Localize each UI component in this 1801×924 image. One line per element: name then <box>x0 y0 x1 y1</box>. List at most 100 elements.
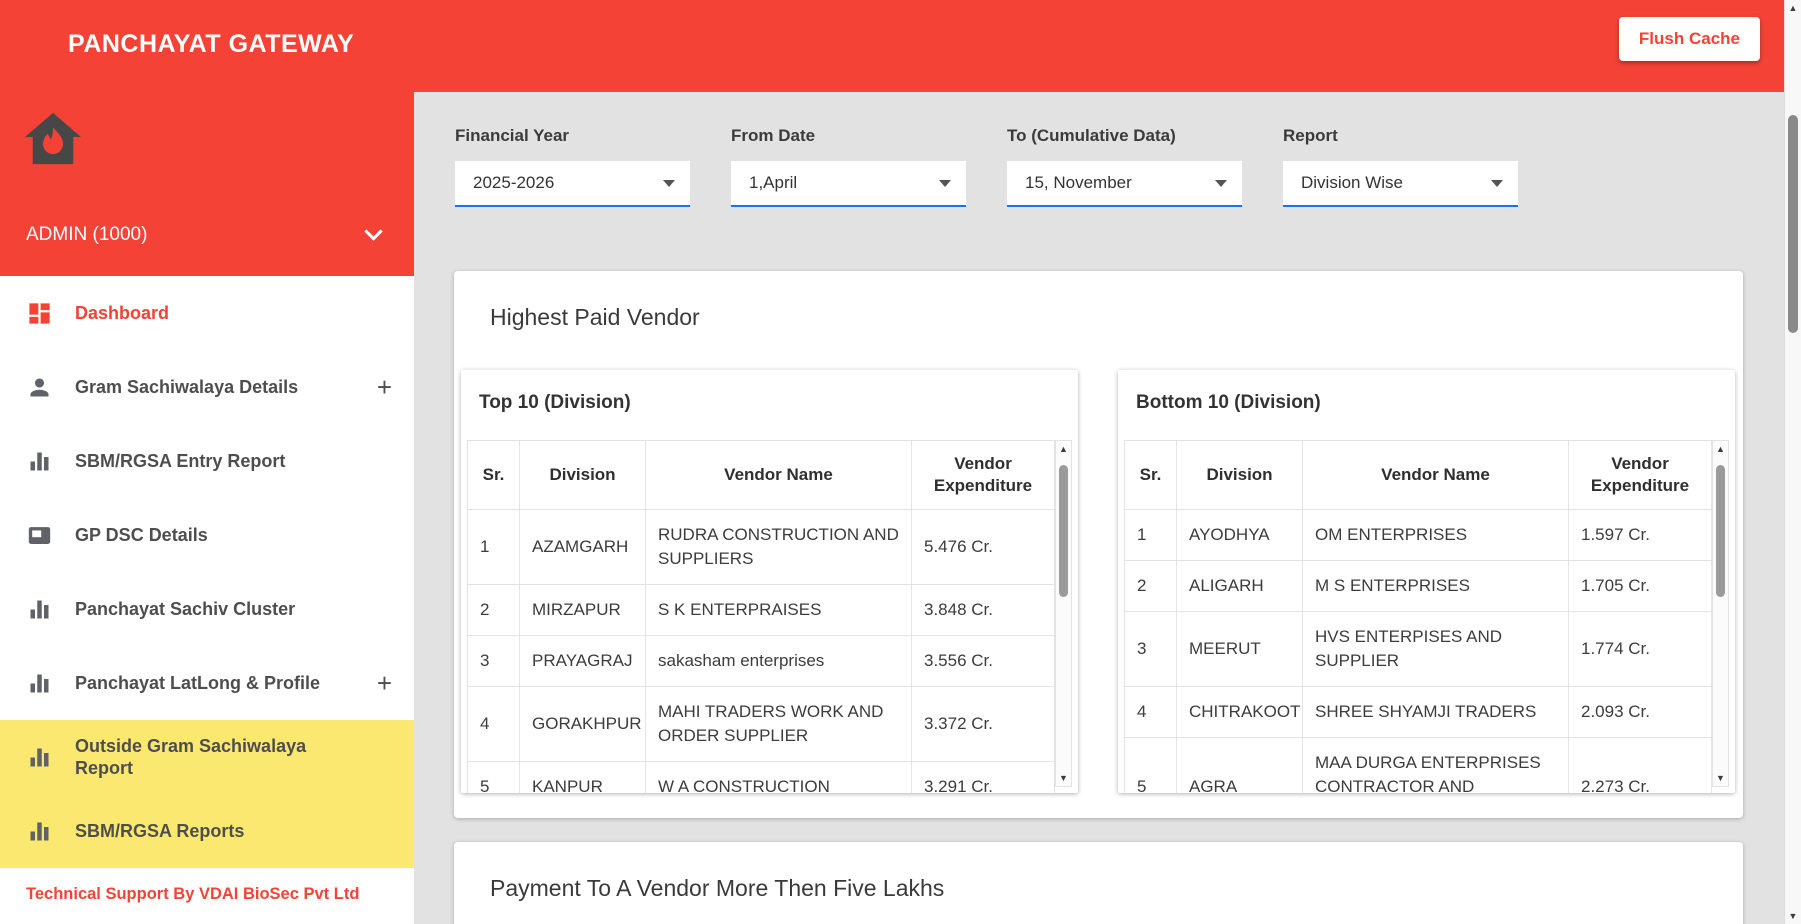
bar-chart-icon <box>26 596 53 623</box>
table-row: 5AGRAMAA DURGA ENTERPRISES CONTRACTOR AN… <box>1125 738 1712 794</box>
table-cell: 1 <box>1125 510 1177 561</box>
table-cell: RUDRA CONSTRUCTION AND SUPPLIERS <box>646 510 912 585</box>
table-cell: sakasham enterprises <box>646 636 912 687</box>
person-icon <box>26 374 53 401</box>
from-date-select[interactable]: 1,April <box>731 161 966 207</box>
sidebar-item-label: SBM/RGSA Entry Report <box>75 450 315 472</box>
bar-chart-icon <box>26 670 53 697</box>
column-header: Division <box>1177 441 1303 510</box>
sidebar-item-outside-gram-sachiwalaya-report[interactable]: Outside Gram Sachiwalaya Report <box>0 720 414 794</box>
table-cell: S K ENTERPRAISES <box>646 585 912 636</box>
flush-cache-button[interactable]: Flush Cache <box>1619 17 1760 61</box>
technical-support-text: Technical Support By VDAI BioSec Pvt Ltd <box>26 885 359 904</box>
table-cell: OM ENTERPRISES <box>1303 510 1569 561</box>
table-cell: 3.556 Cr. <box>912 636 1055 687</box>
caret-down-icon <box>1491 180 1503 187</box>
table-cell: 1.597 Cr. <box>1569 510 1712 561</box>
bottom10-division-panel: Bottom 10 (Division) Sr.DivisionVendor N… <box>1118 370 1735 793</box>
table-cell: MEERUT <box>1177 612 1303 687</box>
bottom10-table: Sr.DivisionVendor NameVendor Expenditure… <box>1124 440 1712 793</box>
panel-title: Top 10 (Division) <box>461 370 1078 414</box>
expand-plus-icon[interactable]: + <box>377 670 392 696</box>
table-cell: 2.273 Cr. <box>1569 738 1712 794</box>
table-cell: 3 <box>1125 612 1177 687</box>
table-cell: 2 <box>1125 561 1177 612</box>
app-title: PANCHAYAT GATEWAY <box>68 30 354 59</box>
filter-label: From Date <box>731 126 966 146</box>
table-cell: 1.705 Cr. <box>1569 561 1712 612</box>
caret-down-icon <box>1215 180 1227 187</box>
page: PANCHAYAT GATEWAY Flush Cache ADMIN (100… <box>0 0 1801 924</box>
app-header: PANCHAYAT GATEWAY Flush Cache <box>0 0 1784 92</box>
table-row: 1AYODHYAOM ENTERPRISES1.597 Cr. <box>1125 510 1712 561</box>
sidebar-item-label: Dashboard <box>75 302 199 324</box>
expand-plus-icon[interactable]: + <box>377 374 392 400</box>
table-row: 4CHITRAKOOTSHREE SHYAMJI TRADERS2.093 Cr… <box>1125 687 1712 738</box>
column-header: Division <box>520 441 646 510</box>
page-scrollbar[interactable]: ▲ ▼ <box>1784 0 1801 924</box>
table-row: 2MIRZAPURS K ENTERPRAISES3.848 Cr. <box>468 585 1055 636</box>
filter-to-cumulative: To (Cumulative Data) 15, November <box>1007 126 1242 207</box>
table-cell: 5.476 Cr. <box>912 510 1055 585</box>
scroll-down-icon[interactable]: ▼ <box>1056 770 1071 786</box>
table-row: 1AZAMGARHRUDRA CONSTRUCTION AND SUPPLIER… <box>468 510 1055 585</box>
sidebar-item-sbm-rgsa-entry-report[interactable]: SBM/RGSA Entry Report <box>0 424 414 498</box>
column-header: Vendor Name <box>646 441 912 510</box>
scroll-up-icon[interactable]: ▲ <box>1785 0 1801 16</box>
scrollbar-thumb[interactable] <box>1788 115 1798 333</box>
highest-paid-vendor-card: Highest Paid Vendor Top 10 (Division) Sr… <box>454 271 1743 818</box>
scroll-down-icon[interactable]: ▼ <box>1713 770 1728 786</box>
selected-value: 1,April <box>749 173 797 193</box>
report-select[interactable]: Division Wise <box>1283 161 1518 207</box>
table-cell: 4 <box>1125 687 1177 738</box>
table-header-row: Sr.DivisionVendor NameVendor Expenditure <box>1125 441 1712 510</box>
scrollbar-thumb[interactable] <box>1716 465 1725 597</box>
table-cell: ALIGARH <box>1177 561 1303 612</box>
top10-division-panel: Top 10 (Division) Sr.DivisionVendor Name… <box>461 370 1078 793</box>
bottom10-table-scrollbar[interactable]: ▲ ▼ <box>1712 440 1729 787</box>
main-content: Financial Year 2025-2026 From Date 1,Apr… <box>414 92 1784 924</box>
bar-chart-icon <box>26 448 53 475</box>
table-cell: AGRA <box>1177 738 1303 794</box>
table-cell: 3.372 Cr. <box>912 687 1055 762</box>
sidebar-item-label: Panchayat LatLong & Profile <box>75 672 350 694</box>
sidebar-item-sbm-rgsa-reports[interactable]: SBM/RGSA Reports <box>0 794 414 868</box>
gateway-logo-icon <box>22 110 84 171</box>
dashboard-icon <box>26 300 53 327</box>
sidebar-item-panchayat-sachiv-cluster[interactable]: Panchayat Sachiv Cluster <box>0 572 414 646</box>
sidebar-item-label: GP DSC Details <box>75 524 238 546</box>
financial-year-select[interactable]: 2025-2026 <box>455 161 690 207</box>
table-cell: CHITRAKOOT <box>1177 687 1303 738</box>
admin-dropdown[interactable]: ADMIN (1000) <box>26 224 380 246</box>
scroll-up-icon[interactable]: ▲ <box>1713 441 1728 457</box>
top10-table-zone: Sr.DivisionVendor NameVendor Expenditure… <box>467 440 1072 793</box>
chevron-down-icon <box>364 222 382 240</box>
scroll-down-icon[interactable]: ▼ <box>1785 908 1801 924</box>
filter-bar: Financial Year 2025-2026 From Date 1,Apr… <box>455 126 1518 207</box>
top10-table-scrollbar[interactable]: ▲ ▼ <box>1055 440 1072 787</box>
sidebar-item-dashboard[interactable]: Dashboard <box>0 276 414 350</box>
table-cell: PRAYAGRAJ <box>520 636 646 687</box>
scrollbar-thumb[interactable] <box>1059 465 1068 597</box>
scroll-up-icon[interactable]: ▲ <box>1056 441 1071 457</box>
column-header: Vendor Expenditure <box>912 441 1055 510</box>
table-cell: 3 <box>468 636 520 687</box>
filter-label: Financial Year <box>455 126 690 146</box>
sidebar-item-gp-dsc-details[interactable]: GP DSC Details <box>0 498 414 572</box>
table-cell: GORAKHPUR <box>520 687 646 762</box>
filter-label: To (Cumulative Data) <box>1007 126 1242 146</box>
selected-value: Division Wise <box>1301 173 1403 193</box>
table-cell: W A CONSTRUCTION <box>646 762 912 794</box>
table-cell: 3.291 Cr. <box>912 762 1055 794</box>
selected-value: 15, November <box>1025 173 1132 193</box>
payment-five-lakhs-card: Payment To A Vendor More Then Five Lakhs <box>454 842 1743 924</box>
column-header: Vendor Expenditure <box>1569 441 1712 510</box>
bar-chart-icon <box>26 818 53 845</box>
to-date-select[interactable]: 15, November <box>1007 161 1242 207</box>
sidebar-item-label: Gram Sachiwalaya Details <box>75 376 328 398</box>
sidebar-item-panchayat-latlong-profile[interactable]: Panchayat LatLong & Profile + <box>0 646 414 720</box>
table-row: 3PRAYAGRAJsakasham enterprises3.556 Cr. <box>468 636 1055 687</box>
table-cell: MIRZAPUR <box>520 585 646 636</box>
table-cell: AZAMGARH <box>520 510 646 585</box>
sidebar-item-gram-sachiwalaya-details[interactable]: Gram Sachiwalaya Details + <box>0 350 414 424</box>
